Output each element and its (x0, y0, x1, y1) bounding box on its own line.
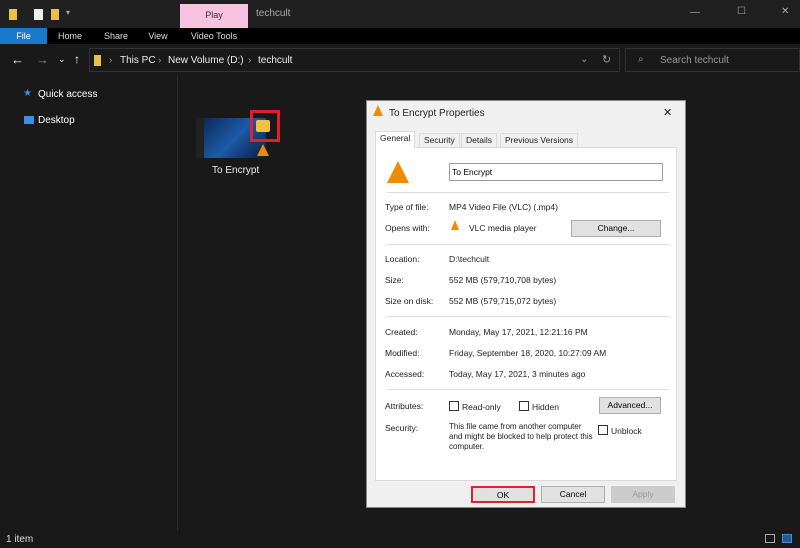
vlc-icon (451, 220, 459, 230)
crumb-separator: › (109, 55, 113, 66)
lock-highlight (250, 110, 280, 142)
modified-value: Friday, September 18, 2020, 10:27:09 AM (449, 348, 607, 358)
minimize-button[interactable]: — (690, 7, 700, 18)
file-name: To Encrypt (212, 165, 260, 176)
accessed-label: Accessed: (385, 369, 425, 379)
maximize-button[interactable]: ☐ (737, 6, 746, 17)
read-only-checkbox[interactable] (449, 401, 459, 411)
divider (387, 244, 669, 245)
item-count: 1 item (6, 534, 34, 545)
created-value: Monday, May 17, 2021, 12:21:16 PM (449, 327, 588, 337)
security-label: Security: (385, 423, 419, 433)
navigation-bar: ← → ⌄ ↑ › This PC › New Volume (D:) › te… (0, 44, 800, 76)
opens-with-value: VLC media player (469, 223, 537, 233)
tab-file[interactable]: File (0, 28, 47, 44)
crumb-this-pc[interactable]: This PC (120, 55, 156, 66)
size-label: Size: (385, 275, 404, 285)
change-button[interactable]: Change... (571, 220, 661, 237)
hidden-checkbox[interactable] (519, 401, 529, 411)
unblock-checkbox[interactable] (598, 425, 608, 435)
file-name-input[interactable]: To Encrypt (449, 163, 663, 181)
vlc-icon (257, 144, 269, 156)
apply-button[interactable]: Apply (611, 486, 675, 503)
size-on-disk-value: 552 MB (579,715,072 bytes) (449, 296, 557, 306)
refresh-icon[interactable]: ↻ (602, 53, 611, 66)
properties-dialog: To Encrypt Properties ✕ General Security… (366, 100, 686, 508)
size-on-disk-label: Size on disk: (385, 296, 434, 306)
security-text: This file came from another computer and… (449, 422, 593, 451)
crumb-separator: › (248, 55, 252, 66)
dialog-title: To Encrypt Properties (389, 108, 485, 119)
address-dropdown-icon[interactable]: ⌄ (580, 54, 588, 65)
new-folder-icon[interactable] (51, 9, 59, 20)
accessed-value: Today, May 17, 2021, 3 minutes ago (449, 369, 586, 379)
tab-general[interactable]: General (375, 131, 416, 148)
up-icon[interactable]: ↑ (74, 52, 80, 66)
size-value: 552 MB (579,710,708 bytes) (449, 275, 557, 285)
back-icon[interactable]: ← (11, 52, 24, 67)
sidebar-label: Quick access (38, 89, 98, 100)
sidebar-item-quick-access[interactable]: ★ Quick access (0, 86, 177, 102)
search-icon: ⌕ (638, 54, 644, 65)
location-value: D:\techcult (449, 254, 490, 264)
details-view-icon[interactable] (765, 534, 775, 543)
location-label: Location: (385, 254, 420, 264)
folder-icon (94, 55, 101, 66)
vlc-icon (373, 105, 383, 116)
opens-with-label: Opens with: (385, 223, 430, 233)
ok-button[interactable]: OK (471, 486, 535, 503)
window-title: techcult (256, 8, 291, 19)
crumb-separator: › (158, 55, 162, 66)
hidden-label[interactable]: Hidden (532, 402, 559, 412)
tab-security[interactable]: Security (419, 133, 460, 147)
tab-home[interactable]: Home (50, 28, 90, 44)
dialog-close-button[interactable]: ✕ (663, 106, 672, 119)
recent-chevron-icon[interactable]: ⌄ (58, 54, 66, 65)
file-item[interactable]: To Encrypt (194, 110, 280, 180)
play-context-tab[interactable]: Play (180, 4, 248, 28)
folder-icon (9, 9, 17, 20)
crumb-techcult[interactable]: techcult (258, 55, 292, 66)
modified-label: Modified: (385, 348, 420, 358)
title-bar: ▾ Play techcult — ☐ ✕ (0, 0, 800, 28)
properties-icon[interactable] (34, 9, 43, 20)
divider (387, 192, 669, 193)
type-label: Type of file: (385, 202, 429, 212)
attributes-label: Attributes: (385, 401, 424, 411)
created-label: Created: (385, 327, 418, 337)
cancel-button[interactable]: Cancel (541, 486, 605, 503)
crumb-new-volume[interactable]: New Volume (D:) (168, 55, 244, 66)
tab-details[interactable]: Details (461, 133, 497, 147)
search-input[interactable]: Search techcult (660, 55, 729, 66)
type-value: MP4 Video File (VLC) (.mp4) (449, 202, 558, 212)
divider (387, 389, 669, 390)
navigation-pane: ★ Quick access Desktop (0, 76, 178, 531)
unblock-label[interactable]: Unblock (611, 426, 642, 436)
sidebar-item-desktop[interactable]: Desktop (0, 112, 177, 128)
read-only-label[interactable]: Read-only (462, 402, 501, 412)
sidebar-label: Desktop (38, 115, 75, 126)
tab-previous-versions[interactable]: Previous Versions (500, 133, 579, 147)
vlc-file-icon (387, 161, 409, 183)
close-button[interactable]: ✕ (781, 6, 789, 17)
desktop-icon (24, 116, 34, 124)
tab-share[interactable]: Share (96, 28, 136, 44)
large-icons-view-icon[interactable] (782, 534, 792, 543)
ribbon-tabs: File Home Share View Video Tools (0, 28, 800, 44)
divider (387, 316, 669, 317)
advanced-button[interactable]: Advanced... (599, 397, 661, 414)
search-box[interactable]: ⌕ Search techcult (625, 48, 800, 72)
status-bar: 1 item (0, 531, 800, 548)
address-bar[interactable]: › This PC › New Volume (D:) › techcult ⌄… (89, 48, 620, 72)
star-icon: ★ (23, 88, 32, 99)
tab-view[interactable]: View (138, 28, 178, 44)
tab-video-tools[interactable]: Video Tools (180, 28, 248, 44)
chevron-down-icon[interactable]: ▾ (66, 8, 70, 17)
forward-icon[interactable]: → (36, 52, 49, 67)
